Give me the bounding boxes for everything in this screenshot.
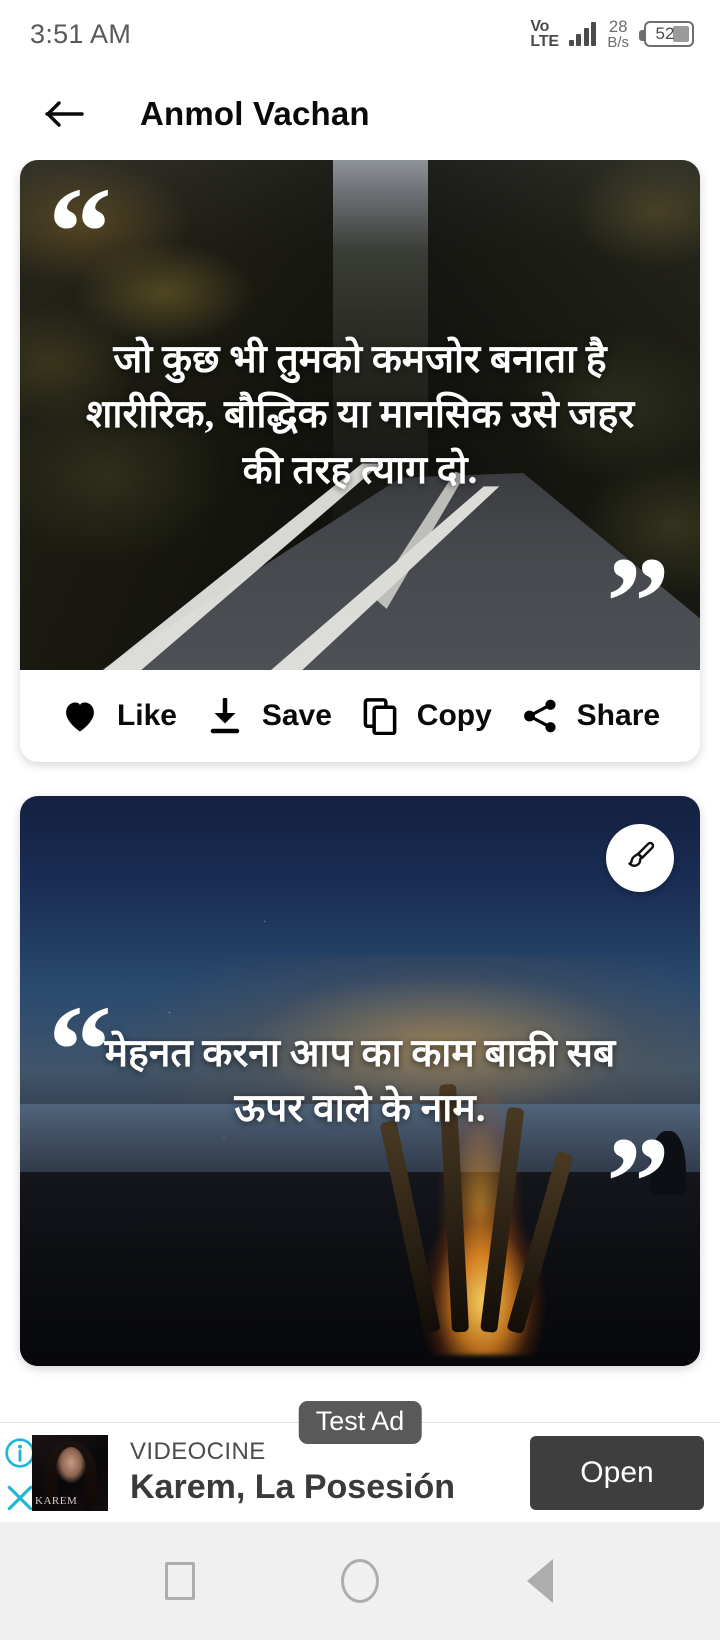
triangle-icon [527,1559,553,1603]
like-label: Like [116,699,177,732]
circle-icon [341,1559,379,1603]
back-arrow-icon[interactable] [42,91,88,137]
ad-thumb-face [54,1446,87,1503]
quote-overlay: जो कुछ भी तुमको कमजोर बनाता है शारीरिक, … [20,160,700,670]
test-ad-badge: Test Ad [298,1401,422,1444]
battery-icon: 52 [639,21,694,47]
share-label: Share [576,699,661,732]
save-label: Save [261,699,332,732]
ad-banner[interactable]: Test Ad KAREM VIDEOCINE Karem, La Posesi… [0,1401,720,1522]
ad-copy: VIDEOCINE Karem, La Posesión [130,1438,530,1507]
share-button[interactable]: Share [520,696,660,736]
network-speed-value: 28 [608,16,628,36]
quote-text: मेहनत करना आप का काम बाकी सब ऊपर वाले के… [104,1031,616,1130]
square-icon [165,1562,195,1600]
nav-recents-button[interactable] [150,1551,210,1611]
download-icon [205,696,245,736]
volte-icon: Vo LTE [530,17,559,50]
battery-level: 52 [655,24,675,43]
copy-button[interactable]: Copy [360,696,492,736]
like-button[interactable]: Like [60,696,177,736]
save-button[interactable]: Save [205,696,332,736]
card-action-bar: Like Save Copy Share [20,670,700,762]
volte-line2: LTE [530,33,559,50]
share-icon [520,696,560,736]
app-bar: Anmol Vachan [0,68,720,160]
ad-thumbnail[interactable]: KAREM [32,1434,108,1511]
phone-screen: 3:51 AM Vo LTE 28 B/s 52 Anmol Vachan “ … [0,0,720,1640]
heart-icon [60,696,100,736]
volte-line1: Vo [530,17,550,35]
signal-icon [568,22,597,46]
ad-thumb-watermark: KAREM [35,1495,78,1508]
quote-image: “ ” जो कुछ भी तुमको कमजोर बनाता है शारीर… [20,160,700,670]
quote-text: जो कुछ भी तुमको कमजोर बनाता है शारीरिक, … [85,337,635,492]
ad-open-button[interactable]: Open [530,1435,704,1510]
status-indicators: Vo LTE 28 B/s 52 [530,16,694,52]
nav-home-button[interactable] [330,1551,390,1611]
battery-fill [673,26,689,42]
network-speed: 28 B/s [607,16,629,52]
page-title: Anmol Vachan [140,95,370,132]
ad-headline: Karem, La Posesión [130,1468,456,1506]
nav-back-button[interactable] [510,1551,570,1611]
android-nav-bar [0,1522,720,1640]
quote-card[interactable]: “ ” जो कुछ भी तुमको कमजोर बनाता है शारीर… [20,160,700,762]
quote-overlay: मेहनत करना आप का काम बाकी सब ऊपर वाले के… [20,796,700,1366]
status-bar: 3:51 AM Vo LTE 28 B/s 52 [0,0,720,68]
status-time: 3:51 AM [30,18,132,49]
quote-card[interactable]: “ ” मेहनत करना आप का काम बाकी सब ऊपर वाल… [20,796,700,1366]
brush-edit-button[interactable] [606,824,674,892]
paintbrush-icon [623,839,657,878]
copy-label: Copy [416,699,492,732]
quote-image: “ ” मेहनत करना आप का काम बाकी सब ऊपर वाल… [20,796,700,1366]
quote-feed[interactable]: “ ” जो कुछ भी तुमको कमजोर बनाता है शारीर… [0,160,720,1422]
network-speed-unit: B/s [607,34,629,52]
copy-icon [360,696,400,736]
